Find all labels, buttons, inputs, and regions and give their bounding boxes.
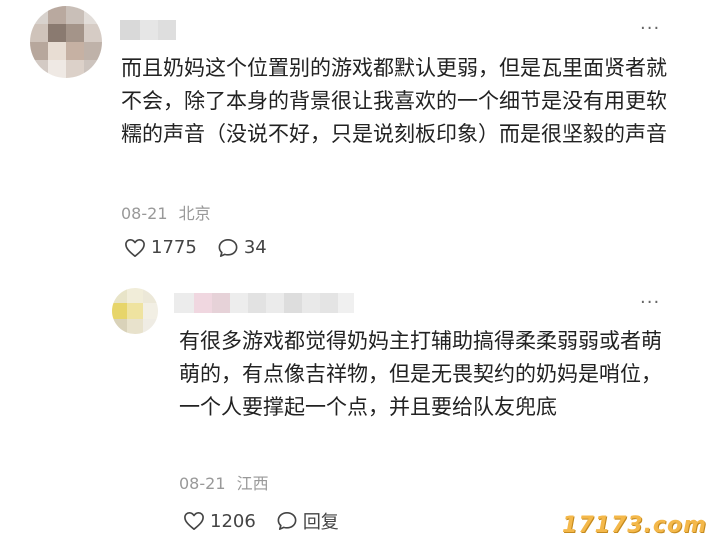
comment-text: 而且奶妈这个位置别的游戏都默认更弱，但是瓦里面贤者就不会，除了本身的背景很让我喜…	[121, 56, 667, 146]
comment-date: 08-21	[121, 204, 168, 223]
comment-location: 江西	[236, 474, 269, 493]
reply-comment: ··· 有很多游戏都觉得奶妈主打辅助搞得柔柔弱弱或者萌萌的，有点像吉祥物，但是无…	[0, 280, 719, 548]
comment-actions: 1206 回复	[183, 508, 359, 534]
reply-button[interactable]: 回复	[276, 508, 339, 534]
comment-text: 有很多游戏都觉得奶妈主打辅助搞得柔柔弱弱或者萌萌的，有点像吉祥物，但是无畏契约的…	[179, 329, 662, 419]
comment-bubble-icon	[277, 512, 297, 530]
reply-count: 34	[243, 237, 267, 258]
username[interactable]	[120, 20, 176, 40]
comment-meta: 08-21 北京	[121, 200, 211, 224]
like-button[interactable]: 1206	[183, 511, 256, 532]
avatar[interactable]	[30, 6, 102, 78]
more-options-icon[interactable]: ···	[640, 294, 660, 312]
like-count: 1206	[210, 510, 256, 532]
comment-meta: 08-21 江西	[179, 470, 269, 494]
like-button[interactable]: 1775	[124, 237, 197, 258]
watermark-logo: 17173.com	[562, 513, 707, 538]
comment: ··· 而且奶妈这个位置别的游戏都默认更弱，但是瓦里面贤者就不会，除了本身的背景…	[0, 0, 719, 280]
heart-icon	[184, 512, 204, 530]
comment-bubble-icon	[218, 238, 238, 257]
reply-button[interactable]: 34	[217, 237, 267, 258]
username[interactable]	[174, 293, 356, 313]
like-count: 1775	[151, 237, 197, 258]
more-options-icon[interactable]: ···	[640, 20, 660, 38]
heart-icon	[125, 238, 145, 257]
comment-actions: 1775 34	[124, 237, 287, 258]
comment-date: 08-21	[179, 474, 226, 493]
comment-location: 北京	[178, 204, 211, 223]
reply-label: 回复	[302, 512, 339, 533]
avatar[interactable]	[112, 288, 158, 334]
